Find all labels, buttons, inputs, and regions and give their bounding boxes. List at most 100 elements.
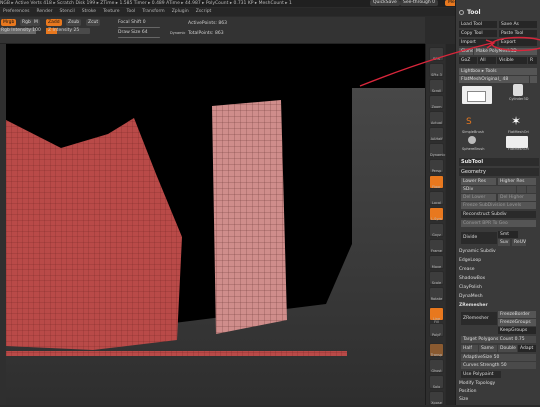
all-button[interactable]: All	[478, 57, 496, 64]
crease-label[interactable]: Crease	[459, 266, 539, 273]
use-polypaint-button[interactable]: Use Polypaint	[461, 371, 501, 378]
dynamic-toggle[interactable]: Dynamic	[170, 30, 185, 36]
del-higher-button[interactable]: Del Higher	[498, 194, 536, 201]
gxyz-button[interactable]: Gxyz	[429, 223, 444, 237]
subtool-section[interactable]: SubTool	[459, 158, 539, 166]
edgeloop-label[interactable]: EdgeLoop	[459, 257, 539, 264]
zsub-button[interactable]: Zsub	[66, 19, 82, 26]
draw-size-label[interactable]: Draw Size 64	[118, 30, 148, 36]
lower-res-button[interactable]: Lower Res	[461, 178, 496, 185]
rotate-button[interactable]: Rotate	[429, 287, 444, 301]
paste-tool-button[interactable]: Paste Tool	[499, 30, 537, 37]
menu-texture[interactable]: Texture	[103, 8, 119, 16]
current-tool-slider[interactable]: FlatMeshOriginal_ 48	[459, 76, 529, 83]
persp-button[interactable]: Persp	[429, 159, 444, 173]
clone-button[interactable]: Clone	[459, 48, 473, 55]
mrgb-button[interactable]: Mrgb	[1, 19, 17, 26]
menu-render[interactable]: Render	[36, 8, 52, 16]
scale-button[interactable]: Scale	[429, 271, 444, 285]
reuv-toggle[interactable]: ReUV	[512, 239, 526, 246]
scroll-button[interactable]: Scroll	[429, 79, 444, 93]
tool-r-button[interactable]	[530, 76, 537, 83]
m-button[interactable]: M	[32, 19, 40, 26]
linefill-button[interactable]: Line Fill	[429, 307, 444, 324]
geometry-section[interactable]: Geometry	[459, 168, 539, 176]
save-as-button[interactable]: Save As	[499, 21, 537, 28]
aahalf-button[interactable]: AAHalf	[429, 127, 444, 141]
menu-tool[interactable]: Tool	[127, 8, 136, 16]
visible-button[interactable]: Visible	[497, 57, 527, 64]
focal-shift-label[interactable]: Focal Shift 0	[118, 20, 146, 26]
copy-tool-button[interactable]: Copy Tool	[459, 30, 497, 37]
reconstruct-subdiv-button[interactable]: Reconstruct Subdiv	[461, 211, 536, 218]
palette-dock-icon[interactable]	[459, 10, 464, 15]
menu-zscript[interactable]: Zscript	[196, 8, 212, 16]
zremesher-button[interactable]: ZRemesher	[461, 312, 497, 325]
del-lower-button[interactable]: Del Lower	[461, 194, 496, 201]
import-button[interactable]: Import	[459, 39, 497, 46]
load-tool-button[interactable]: Load Tool	[459, 21, 497, 28]
dynamic-subdiv-label[interactable]: Dynamic Subdiv	[459, 248, 539, 255]
smt-toggle[interactable]: Smt	[498, 231, 518, 238]
divide-button[interactable]: Divide	[461, 232, 497, 244]
convert-bpr-button[interactable]: Convert BPR To Geo	[461, 220, 536, 227]
lightbox-tools-button[interactable]: Lightbox ▸ Tools	[459, 68, 537, 75]
freeze-border-button[interactable]: FreezeBorder	[498, 311, 536, 318]
seethrough-slider[interactable]: See-through 0	[400, 0, 438, 6]
claypolish-label[interactable]: ClayPolish	[459, 284, 539, 291]
position-label[interactable]: Position	[459, 388, 539, 395]
freeze-subdiv-button[interactable]: Freeze SubDivision Levels	[461, 202, 536, 209]
modify-topology-label[interactable]: Modify Topology	[459, 380, 539, 387]
zoom-button[interactable]: Zoom	[429, 95, 444, 109]
target-polygons-slider[interactable]: Target Polygons Count 0.75	[461, 336, 536, 343]
dynamic-button[interactable]: Dynamic	[429, 143, 445, 157]
menu-stroke[interactable]: Stroke	[82, 8, 96, 16]
local-button[interactable]: Local	[429, 191, 444, 205]
keep-groups-button[interactable]: KeepGroups	[498, 327, 536, 334]
zadd-button[interactable]: Zadd	[46, 19, 62, 26]
size-label[interactable]: Size	[459, 396, 539, 403]
canvas-viewport[interactable]	[6, 44, 425, 405]
floor-button[interactable]: Floor	[429, 175, 444, 189]
adaptive-size-slider[interactable]: AdaptiveSize 50	[461, 354, 536, 361]
lsym-button[interactable]: L.Sym	[429, 207, 444, 221]
cage-button[interactable]	[517, 186, 526, 193]
xpose-button[interactable]: Xpose	[429, 391, 444, 405]
frame-button[interactable]: Frame	[429, 239, 444, 253]
goz-button[interactable]: GoZ	[459, 57, 477, 64]
bpr-button[interactable]: BPR	[429, 47, 444, 61]
menu-transform[interactable]: Transform	[142, 8, 164, 16]
freeze-groups-button[interactable]: FreezeGroups	[498, 319, 536, 326]
focal-shift-slider[interactable]	[118, 27, 160, 28]
actual-button[interactable]: Actual	[429, 111, 444, 125]
rstr-button[interactable]	[527, 186, 536, 193]
transp-button[interactable]: Transp	[429, 343, 444, 357]
polyf-button[interactable]: PolyF	[429, 323, 444, 337]
make-polymesh-button[interactable]: Make PolyMesh3D	[474, 48, 537, 55]
rgb-button[interactable]: Rgb	[20, 19, 33, 26]
solo-button[interactable]: Solo	[429, 375, 444, 389]
adapt-button[interactable]: Adapt	[518, 345, 536, 352]
r-button[interactable]: R	[528, 57, 537, 64]
dynamesh-label[interactable]: DynaMesh	[459, 293, 539, 300]
sdiv-slider[interactable]: SDiv	[461, 186, 516, 193]
curves-strength-slider[interactable]: Curves Strength 50	[461, 362, 536, 369]
draw-size-slider[interactable]	[118, 37, 160, 38]
zcut-button[interactable]: Zcut	[86, 19, 101, 26]
suv-toggle[interactable]: Suv	[498, 239, 510, 246]
export-button[interactable]: Export	[499, 39, 537, 46]
tool-palette-title[interactable]: Tool	[467, 9, 481, 16]
menu-zplugin[interactable]: Zplugin	[172, 8, 189, 16]
menu-preferences[interactable]: Preferences	[3, 8, 29, 16]
same-button[interactable]: Same	[479, 345, 497, 352]
move-button[interactable]: Move	[429, 255, 444, 269]
double-button[interactable]: Double	[498, 345, 517, 352]
zremesher-label[interactable]: ZRemesher	[459, 302, 539, 309]
shadowbox-label[interactable]: ShadowBox	[459, 275, 539, 282]
menu-stencil[interactable]: Stencil	[60, 8, 75, 16]
ghost-button[interactable]: Ghost	[429, 359, 444, 373]
half-button[interactable]: Half	[461, 345, 478, 352]
quicksave-button[interactable]: QuickSave	[370, 0, 400, 6]
spix-button[interactable]: SPix 3	[429, 63, 444, 77]
higher-res-button[interactable]: Higher Res	[498, 178, 536, 185]
